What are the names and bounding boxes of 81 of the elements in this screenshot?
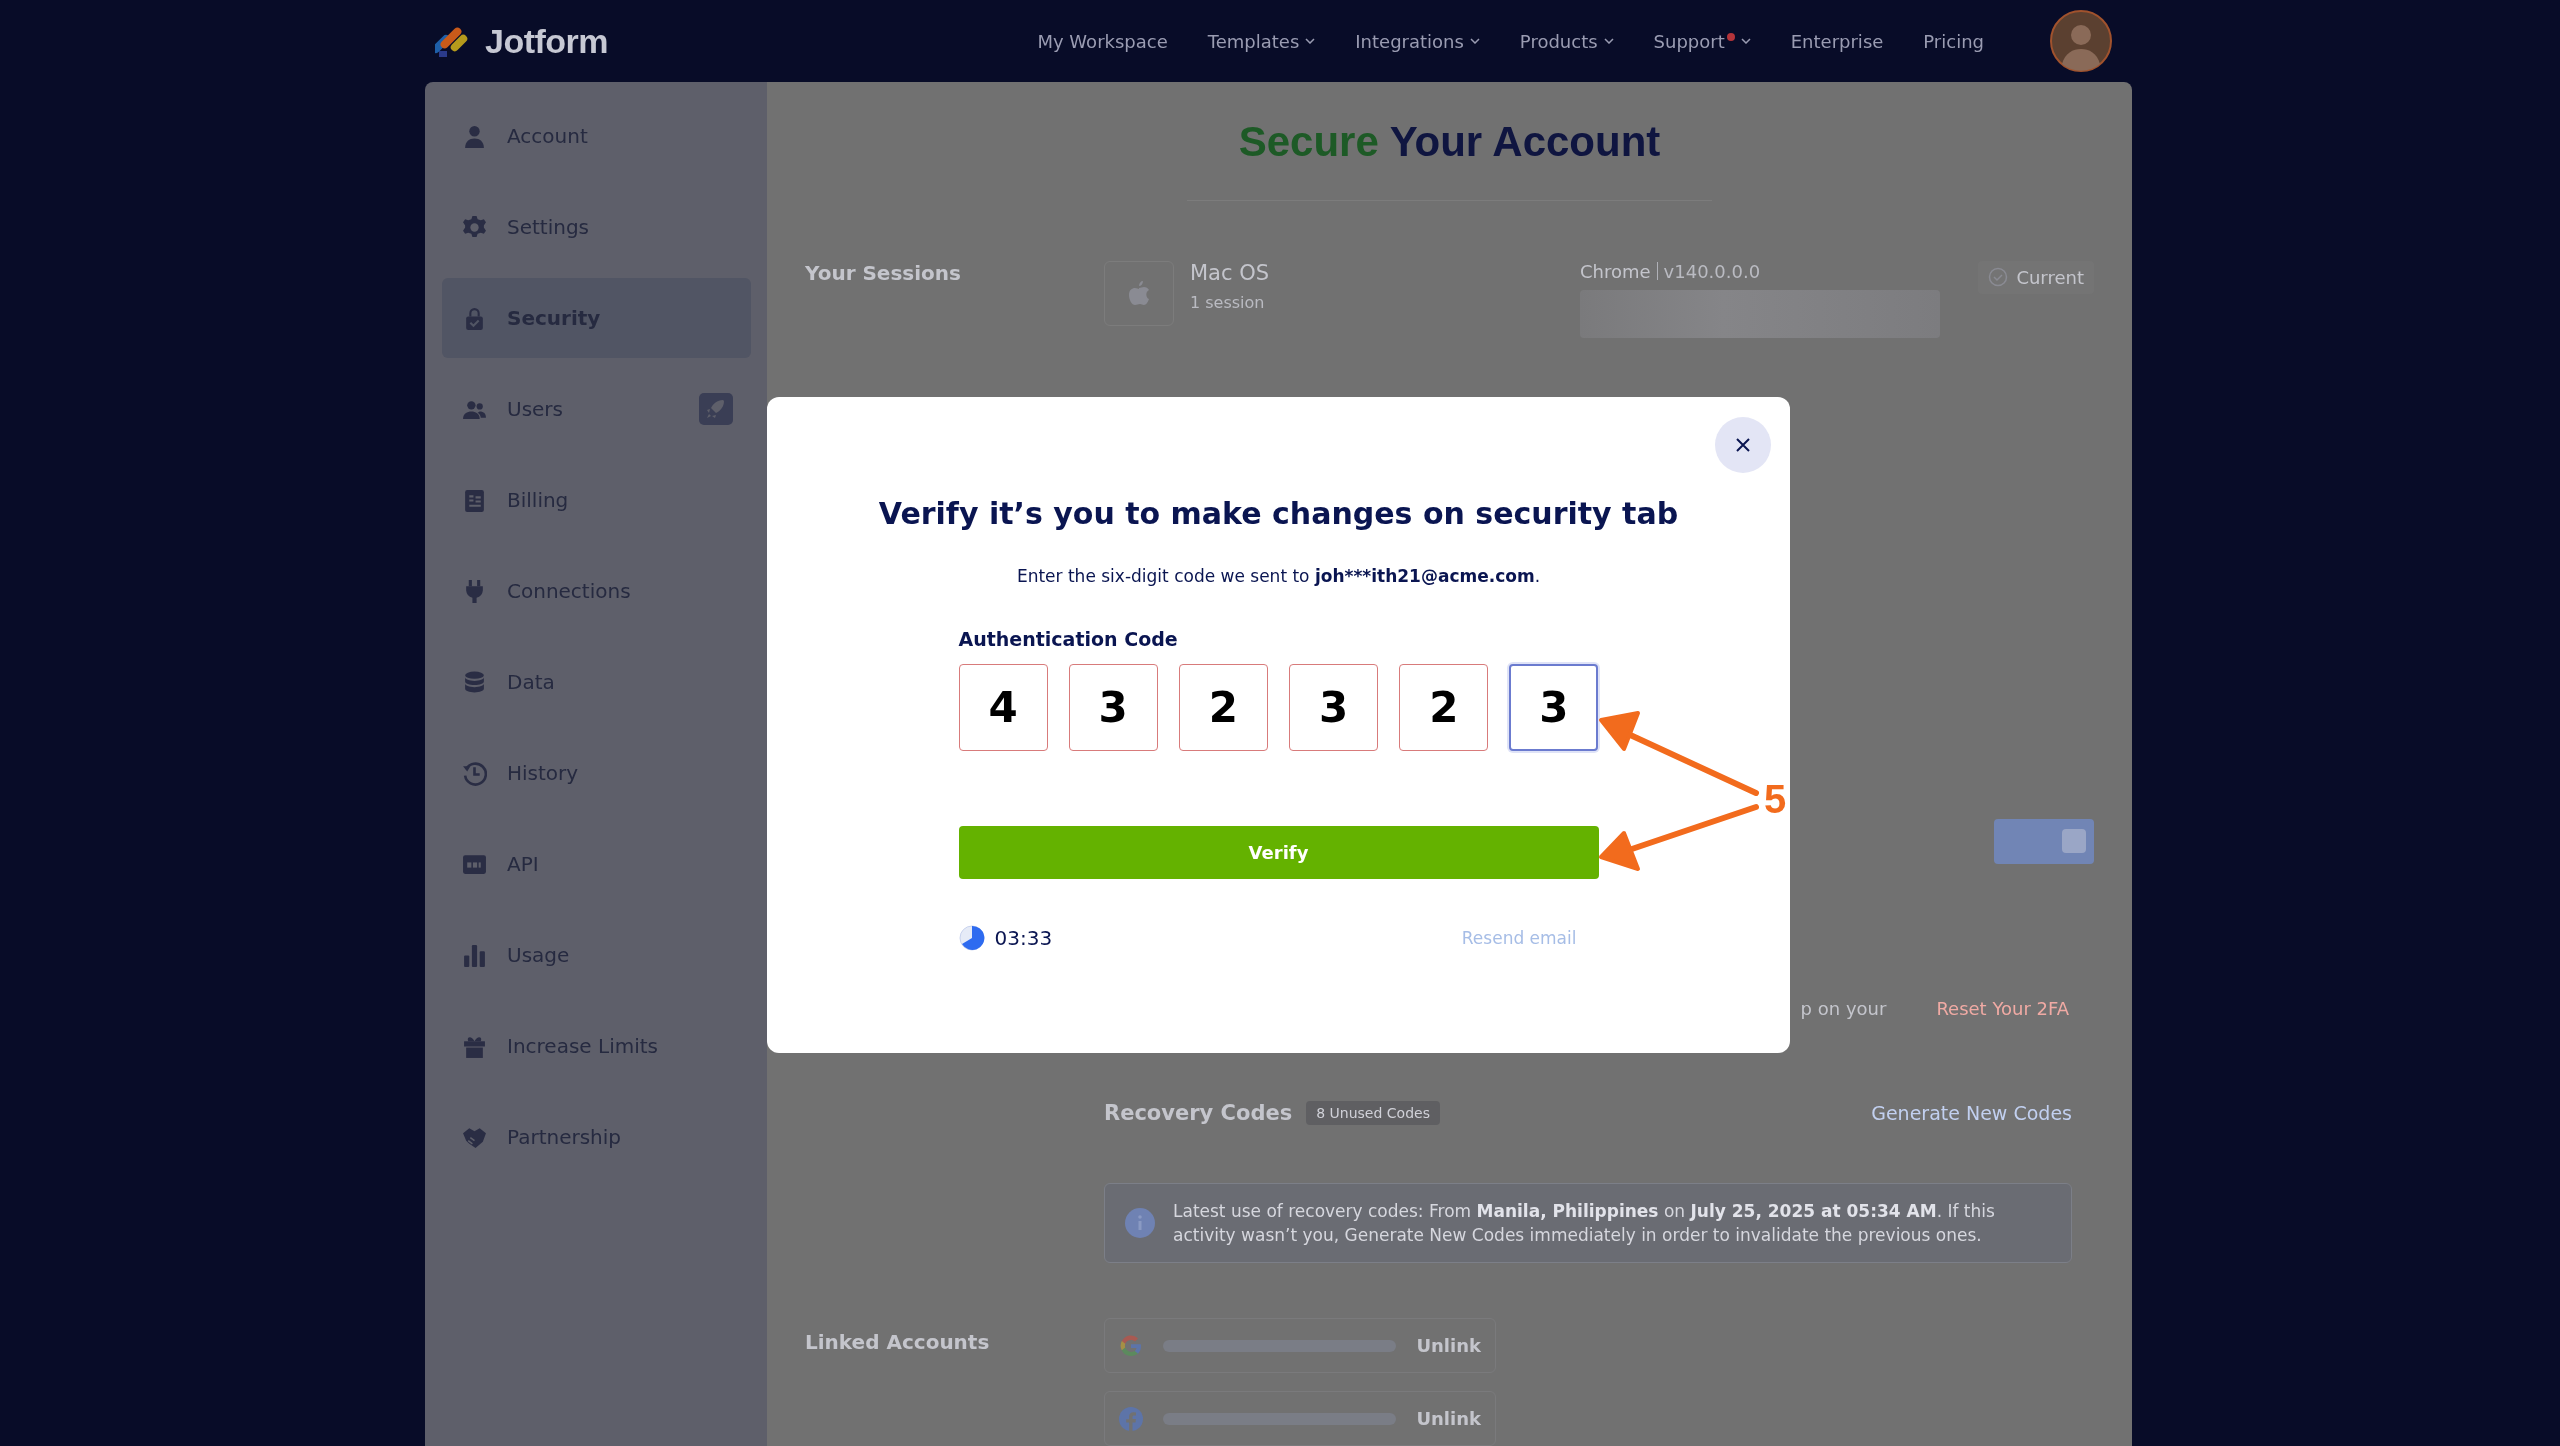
chevron-down-icon bbox=[1305, 38, 1316, 44]
sidebar-label: Connections bbox=[507, 579, 632, 603]
sidebar-label: Users bbox=[507, 397, 564, 421]
timer-icon bbox=[958, 925, 985, 951]
sidebar-item[interactable]: Connections bbox=[442, 551, 751, 631]
sidebar-label: Billing bbox=[507, 488, 570, 512]
page-title: Secure Your Account bbox=[1238, 117, 1661, 167]
nav-link[interactable]: Enterprise bbox=[1790, 30, 1884, 52]
brand-name[interactable]: Jotform bbox=[485, 21, 609, 61]
nav-link[interactable]: Pricing bbox=[1923, 30, 1984, 52]
nav-link[interactable]: Templates bbox=[1207, 30, 1316, 52]
resend-link[interactable]: Resend email bbox=[1461, 928, 1577, 948]
close-button[interactable] bbox=[1715, 417, 1771, 473]
verify-button[interactable]: Verify bbox=[958, 826, 1599, 879]
description-text: p on your bbox=[1800, 998, 1887, 1019]
info-icon bbox=[1125, 1208, 1155, 1238]
browser-name: Chrome bbox=[1580, 261, 1651, 282]
reset-link[interactable]: Reset Your 2FA bbox=[1936, 998, 2069, 1019]
sidebar-label: Account bbox=[507, 124, 589, 148]
sidebar-item[interactable]: History bbox=[442, 733, 751, 813]
apple-icon bbox=[1129, 281, 1149, 306]
sidebar-item[interactable]: Users bbox=[442, 369, 751, 449]
code-digit-field[interactable]: 3 bbox=[1509, 664, 1599, 751]
section-heading: Your Sessions bbox=[805, 261, 962, 285]
sidebar-item[interactable]: Billing bbox=[442, 460, 751, 540]
toggle-switch[interactable] bbox=[1994, 819, 2094, 864]
close-icon bbox=[1735, 437, 1751, 453]
section-heading: Linked Accounts bbox=[805, 1330, 991, 1356]
person-icon bbox=[462, 123, 487, 149]
section-heading: Recovery Codes bbox=[1104, 1101, 1293, 1125]
sidebar-label: Data bbox=[507, 670, 556, 694]
sidebar-item[interactable]: Increase Limits bbox=[442, 1006, 751, 1086]
unlink-button[interactable]: Unlink bbox=[1416, 1408, 1481, 1429]
sidebar-label: API bbox=[507, 852, 540, 876]
receipt-icon bbox=[462, 487, 487, 513]
sidebar-item[interactable]: Data bbox=[442, 642, 751, 722]
chevron-down-icon bbox=[1603, 38, 1614, 44]
status-label: Current bbox=[2016, 267, 2084, 288]
code-digit-field[interactable]: 2 bbox=[1178, 664, 1268, 751]
sidebar-item[interactable]: API bbox=[442, 824, 751, 904]
avatar[interactable] bbox=[2050, 10, 2112, 72]
unlink-button[interactable]: Unlink bbox=[1416, 1335, 1481, 1356]
database-icon bbox=[462, 669, 487, 695]
sidebar-label: History bbox=[507, 761, 580, 785]
code-digit-field[interactable]: 4 bbox=[958, 664, 1048, 751]
sidebar-label: Usage bbox=[507, 943, 571, 967]
sidebar-item[interactable]: Usage bbox=[442, 915, 751, 995]
code-digit-field[interactable]: 3 bbox=[1289, 664, 1379, 751]
code-digit-field[interactable]: 2 bbox=[1399, 664, 1489, 751]
nav-link[interactable]: Support bbox=[1653, 30, 1751, 52]
nav-link[interactable]: My Workspace bbox=[1037, 30, 1168, 52]
dialog-title: Verify it’s you to make changes on security tab bbox=[878, 495, 1679, 533]
chevron-down-icon bbox=[1469, 38, 1480, 44]
history-icon bbox=[462, 760, 487, 786]
sidebar-item[interactable]: Settings bbox=[442, 187, 751, 267]
field-label: Authentication Code bbox=[958, 628, 1179, 650]
session-count: 1 session bbox=[1190, 293, 1266, 312]
browser-version: v140.0.0.0 bbox=[1663, 261, 1761, 282]
count-badge: 8 Unused Codes bbox=[1306, 1101, 1440, 1125]
countdown-timer: 03:33 bbox=[994, 926, 1053, 950]
generate-link[interactable]: Generate New Codes bbox=[1871, 1102, 2072, 1124]
chevron-down-icon bbox=[1740, 38, 1751, 44]
nav-link[interactable]: Integrations bbox=[1355, 30, 1480, 52]
sidebar-label: Increase Limits bbox=[507, 1034, 659, 1058]
notification-dot bbox=[1726, 32, 1735, 41]
nav-link[interactable]: Products bbox=[1519, 30, 1614, 52]
settings-icon bbox=[462, 214, 487, 240]
facebook-icon bbox=[1119, 1406, 1143, 1431]
rocket-icon bbox=[699, 393, 733, 425]
check-circle-icon bbox=[1988, 267, 2009, 288]
sidebar-label: Settings bbox=[507, 215, 591, 239]
notice-text: Latest use of recovery codes: From Manila, Philippines on July 25, 2025 at 05:34 AM. If this activity wasn’t you, Generate New Codes immediately in order to invalidate the previous ones. bbox=[1173, 1200, 1996, 1247]
sidebar-item[interactable]: Partnership bbox=[442, 1097, 751, 1177]
sidebar-item[interactable]: Account bbox=[442, 96, 751, 176]
device-name: Mac OS bbox=[1190, 261, 1271, 285]
bar-chart-icon bbox=[462, 942, 487, 968]
sidebar-label: Partnership bbox=[507, 1125, 623, 1149]
code-digit-field[interactable]: 3 bbox=[1068, 664, 1158, 751]
instruction-text: Enter the six-digit code we sent to joh***ith21@acme.com. bbox=[1016, 566, 1541, 586]
google-icon bbox=[1119, 1333, 1143, 1358]
step-number: 5 bbox=[1764, 776, 1787, 823]
